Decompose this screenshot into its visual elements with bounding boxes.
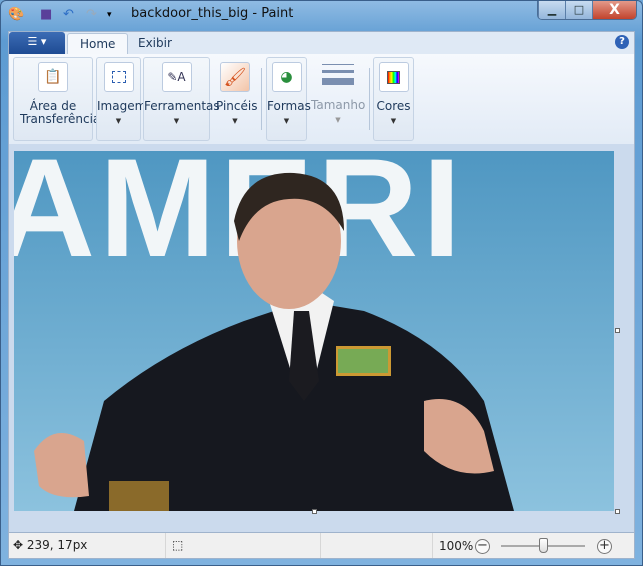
help-icon[interactable]: ? [615, 35, 629, 49]
canvas-workspace: AMERI [8, 144, 635, 532]
window-title: backdoor_this_big - Paint [131, 6, 294, 21]
group-tools[interactable]: ✎A Ferramentas ▼ [143, 57, 220, 141]
group-brushes[interactable]: 🖌 Pincéis ▼ [215, 57, 257, 141]
customize-dropdown-icon[interactable]: ▾ [107, 10, 112, 20]
save-icon[interactable]: ■ [40, 7, 52, 22]
group-colors[interactable]: Cores ▼ [373, 57, 414, 141]
app-menu-button[interactable]: ☰ ▾ [9, 32, 65, 54]
resize-handle-right[interactable] [615, 328, 620, 333]
selection-size-icon: ⬚ [172, 538, 184, 552]
ribbon: ☰ ▾ Home Exibir ? 📋 Área de Transferênci… [8, 31, 635, 144]
group-clipboard[interactable]: 📋 Área de Transferência [13, 57, 100, 141]
zoom-slider-thumb[interactable] [539, 538, 548, 553]
photo: AMERI [14, 151, 614, 511]
brush-icon: 🖌 [220, 62, 250, 92]
title-bar: 🎨 ■ ↶ ↷ ▾ backdoor_this_big - Paint ▁ □ … [0, 0, 643, 30]
maximize-button[interactable]: □ [565, 1, 592, 19]
resize-handle-bottom[interactable] [312, 509, 317, 514]
image-canvas[interactable]: AMERI [14, 151, 614, 511]
status-bar: ✥ 239, 17px ⬚ 100% − + [8, 532, 635, 559]
ribbon-home-panel: 📋 Área de Transferência Imagem ▼ ✎A Ferr… [9, 54, 634, 144]
clipboard-icon: 📋 [38, 62, 68, 92]
select-icon [103, 62, 134, 92]
group-size: Tamanho ▼ [310, 57, 366, 141]
undo-icon[interactable]: ↶ [63, 7, 74, 22]
colors-icon [378, 62, 409, 92]
tab-home[interactable]: Home [67, 33, 129, 55]
zoom-level: 100% [439, 539, 474, 553]
group-shapes[interactable]: ◕ Formas ▼ [266, 57, 311, 141]
minimize-button[interactable]: ▁ [538, 1, 565, 19]
paint-palette-icon[interactable]: 🎨 [8, 7, 24, 22]
image-size [321, 533, 433, 558]
tab-exibir[interactable]: Exibir [126, 33, 184, 55]
selection-size: ⬚ [166, 533, 321, 558]
size-icon [322, 64, 354, 85]
cursor-position: ✥ 239, 17px [9, 533, 166, 558]
tools-icon: ✎A [161, 62, 192, 92]
shapes-icon: ◕ [271, 62, 302, 92]
close-button[interactable]: X [592, 1, 636, 19]
redo-icon[interactable]: ↷ [86, 7, 97, 22]
resize-handle-corner[interactable] [615, 509, 620, 514]
zoom-in-button[interactable]: + [597, 539, 612, 554]
move-cursor-icon: ✥ [13, 538, 24, 552]
group-image[interactable]: Imagem ▼ [96, 57, 146, 141]
zoom-out-button[interactable]: − [475, 539, 490, 554]
